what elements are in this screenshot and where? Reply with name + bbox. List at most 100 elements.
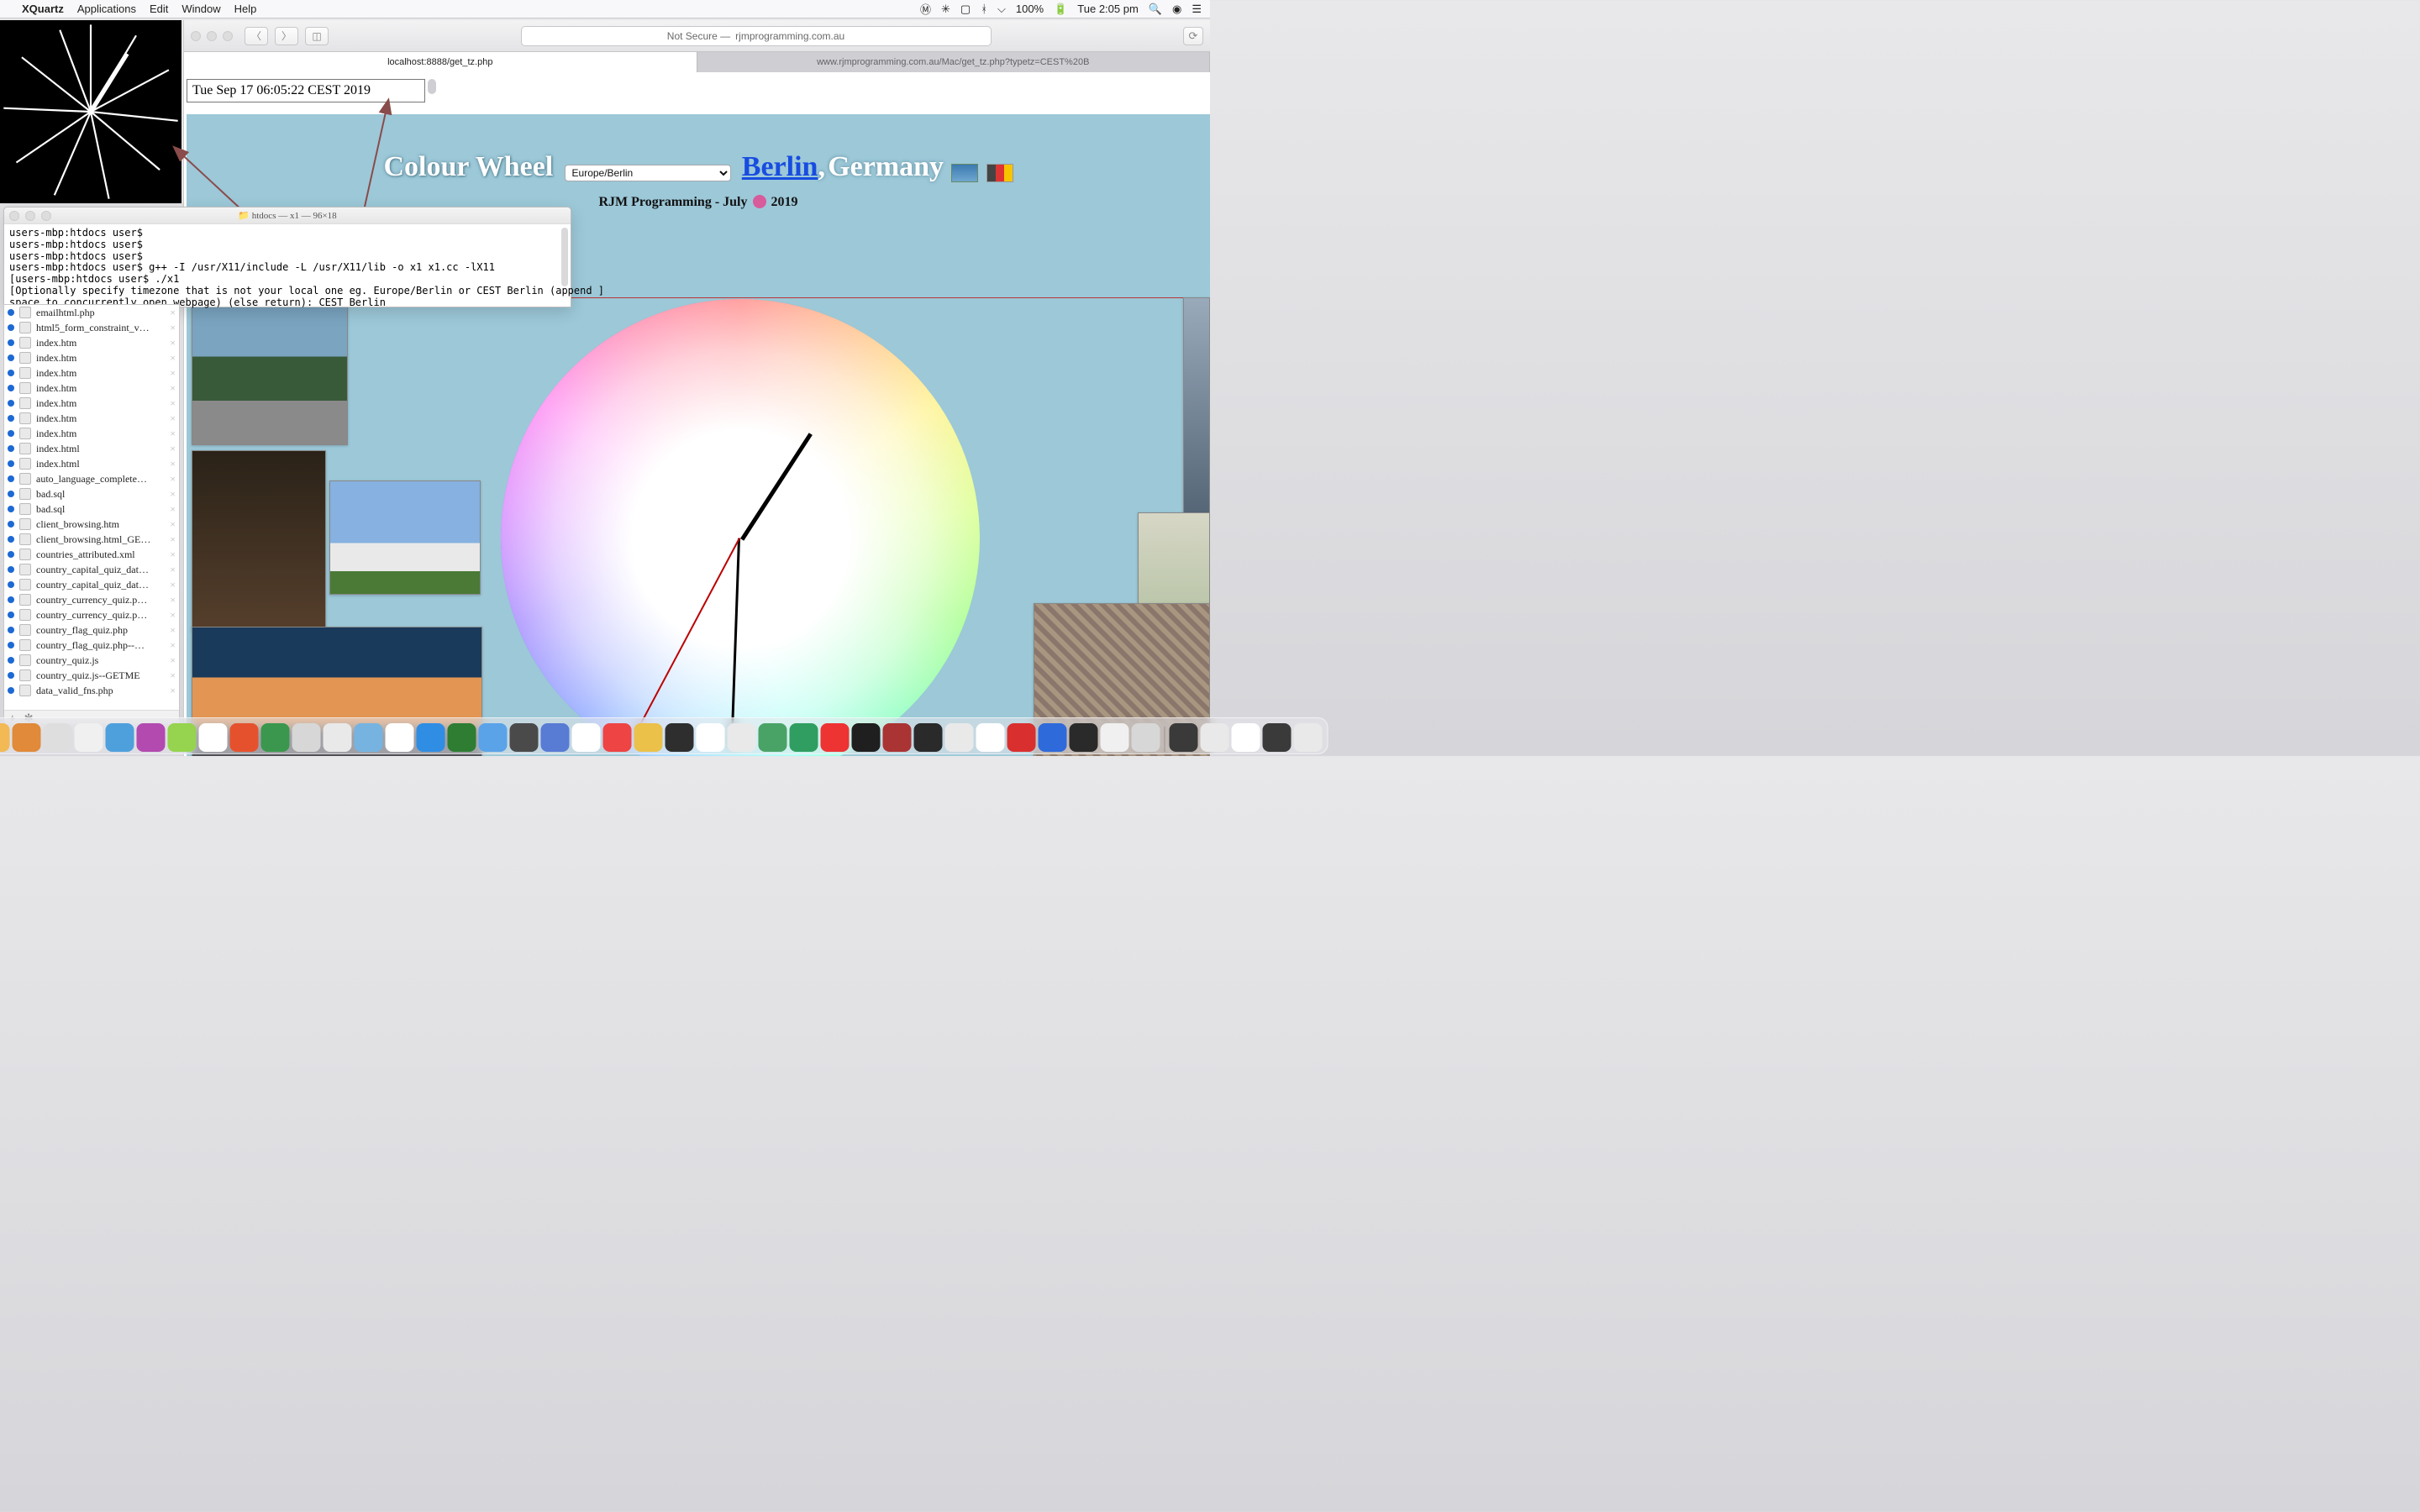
dock-app-19[interactable]: [479, 723, 508, 752]
dock-app-40[interactable]: [1132, 723, 1160, 752]
menu-help[interactable]: Help: [234, 3, 257, 15]
file-row[interactable]: country_quiz.js×: [4, 653, 179, 668]
menuextra-wifi-icon[interactable]: ⌵: [997, 3, 1006, 16]
menubar-app[interactable]: XQuartz: [22, 3, 64, 15]
close-file-icon[interactable]: ×: [170, 594, 176, 606]
file-row[interactable]: index.htm×: [4, 396, 179, 411]
safari-traffic-lights[interactable]: [191, 31, 233, 41]
terminal-titlebar[interactable]: 📁 htdocs — x1 — 96×18: [4, 207, 571, 224]
menuextra-clock[interactable]: Tue 2:05 pm: [1077, 3, 1139, 15]
dock-app-6[interactable]: [75, 723, 103, 752]
close-file-icon[interactable]: ×: [170, 382, 176, 395]
dock-app-20[interactable]: [510, 723, 539, 752]
close-file-icon[interactable]: ×: [170, 639, 176, 652]
dock-app-34[interactable]: [945, 723, 974, 752]
dock-app-18[interactable]: [448, 723, 476, 752]
file-row[interactable]: auto_language_complete…×: [4, 471, 179, 486]
dock-app-22[interactable]: [572, 723, 601, 752]
dock-app-33[interactable]: [914, 723, 943, 752]
dock-app-7[interactable]: [106, 723, 134, 752]
file-row[interactable]: country_flag_quiz.php--…×: [4, 638, 179, 653]
dock-app-17[interactable]: [417, 723, 445, 752]
file-row[interactable]: data_valid_fns.php×: [4, 683, 179, 698]
file-row[interactable]: index.htm×: [4, 335, 179, 350]
file-row[interactable]: index.htm×: [4, 365, 179, 381]
dock-app-38[interactable]: [1070, 723, 1098, 752]
menuextra-spotlight-icon[interactable]: 🔍: [1149, 3, 1162, 16]
world-map-icon[interactable]: [951, 164, 978, 182]
menuextra-battery-icon[interactable]: 🔋: [1054, 3, 1067, 16]
close-file-icon[interactable]: ×: [170, 458, 176, 470]
tz-datetime-field[interactable]: Tue Sep 17 06:05:22 CEST 2019: [187, 79, 425, 102]
reload-icon[interactable]: ⟳: [1183, 27, 1203, 45]
dock-app-15[interactable]: [355, 723, 383, 752]
file-row[interactable]: index.htm×: [4, 350, 179, 365]
close-file-icon[interactable]: ×: [170, 669, 176, 682]
file-row[interactable]: client_browsing.htm×: [4, 517, 179, 532]
dock-app-37[interactable]: [1039, 723, 1067, 752]
close-file-icon[interactable]: ×: [170, 549, 176, 561]
dock-app-31[interactable]: [852, 723, 881, 752]
close-file-icon[interactable]: ×: [170, 428, 176, 440]
file-row[interactable]: emailhtml.php×: [4, 305, 179, 320]
file-row[interactable]: html5_form_constraint_v…×: [4, 320, 179, 335]
menu-edit[interactable]: Edit: [150, 3, 168, 15]
tab-0[interactable]: localhost:8888/get_tz.php: [184, 52, 697, 72]
dock-app-26[interactable]: [697, 723, 725, 752]
file-row[interactable]: country_quiz.js--GETME×: [4, 668, 179, 683]
file-row[interactable]: country_capital_quiz_dat…×: [4, 562, 179, 577]
close-file-icon[interactable]: ×: [170, 609, 176, 622]
dock-app-25[interactable]: [666, 723, 694, 752]
address-field[interactable]: Not Secure — rjmprogramming.com.au: [521, 26, 992, 46]
menuextra-siri-icon[interactable]: ◉: [1172, 3, 1181, 16]
dock-app-13[interactable]: [292, 723, 321, 752]
close-file-icon[interactable]: ×: [170, 367, 176, 380]
file-row[interactable]: country_capital_quiz_dat…×: [4, 577, 179, 592]
dock-app-29[interactable]: [790, 723, 818, 752]
colour-wheel-clock[interactable]: [501, 299, 980, 756]
close-file-icon[interactable]: ×: [170, 322, 176, 334]
close-file-icon[interactable]: ×: [170, 564, 176, 576]
file-row[interactable]: country_flag_quiz.php×: [4, 622, 179, 638]
dock-app-8[interactable]: [137, 723, 166, 752]
dock-app-45[interactable]: [1294, 723, 1323, 752]
close-file-icon[interactable]: ×: [170, 443, 176, 455]
file-row[interactable]: index.htm×: [4, 411, 179, 426]
menu-window[interactable]: Window: [182, 3, 220, 15]
close-file-icon[interactable]: ×: [170, 503, 176, 516]
dock-app-16[interactable]: [386, 723, 414, 752]
close-file-icon[interactable]: ×: [170, 307, 176, 319]
close-file-icon[interactable]: ×: [170, 412, 176, 425]
city-link[interactable]: Berlin: [742, 151, 818, 182]
file-row[interactable]: bad.sql×: [4, 501, 179, 517]
terminal-scrollbar[interactable]: [561, 228, 568, 286]
file-row[interactable]: index.html×: [4, 441, 179, 456]
dock-app-14[interactable]: [324, 723, 352, 752]
dock-app-44[interactable]: [1263, 723, 1292, 752]
file-row[interactable]: client_browsing.html_GE…×: [4, 532, 179, 547]
file-row[interactable]: countries_attributed.xml×: [4, 547, 179, 562]
dock-app-28[interactable]: [759, 723, 787, 752]
dock-app-9[interactable]: [168, 723, 197, 752]
tab-1[interactable]: www.rjmprogramming.com.au/Mac/get_tz.php…: [697, 52, 1211, 72]
dock-app-4[interactable]: [13, 723, 41, 752]
timezone-select[interactable]: Europe/Berlin: [565, 165, 731, 181]
xquartz-window[interactable]: [0, 20, 182, 203]
menuextra-airplay-icon[interactable]: ▢: [960, 3, 971, 16]
dock-app-3[interactable]: [0, 723, 10, 752]
dock-app-41[interactable]: [1170, 723, 1198, 752]
forward-button[interactable]: 〉: [275, 27, 298, 45]
close-file-icon[interactable]: ×: [170, 397, 176, 410]
dock-app-10[interactable]: [199, 723, 228, 752]
close-file-icon[interactable]: ×: [170, 579, 176, 591]
file-row[interactable]: index.htm×: [4, 426, 179, 441]
dock-app-39[interactable]: [1101, 723, 1129, 752]
menuextra-battery-pct[interactable]: 100%: [1016, 3, 1044, 15]
back-button[interactable]: 〈: [245, 27, 268, 45]
close-file-icon[interactable]: ×: [170, 473, 176, 486]
close-file-icon[interactable]: ×: [170, 654, 176, 667]
close-file-icon[interactable]: ×: [170, 488, 176, 501]
file-row[interactable]: index.html×: [4, 456, 179, 471]
terminal-window[interactable]: 📁 htdocs — x1 — 96×18 users-mbp:htdocs u…: [3, 207, 571, 307]
dock-app-24[interactable]: [634, 723, 663, 752]
